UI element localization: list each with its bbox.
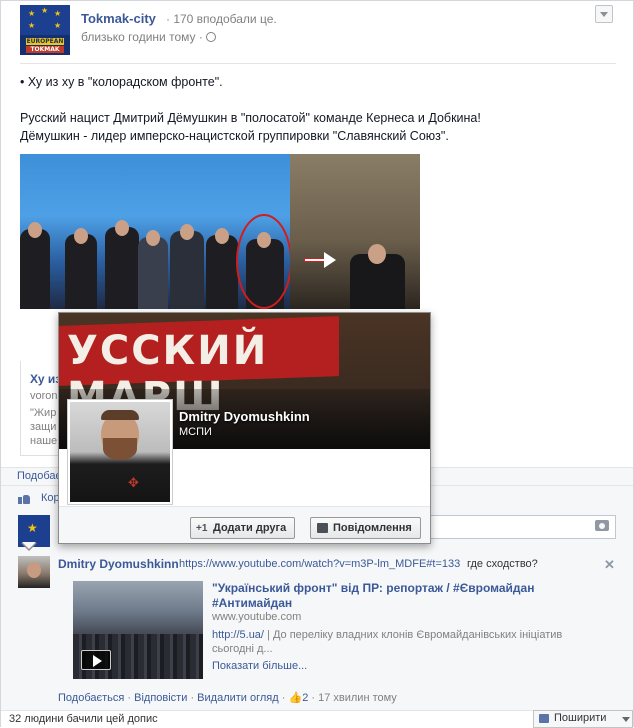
video-desc-text: | До переліку владних клонів Євромайдані… <box>212 629 563 655</box>
page-name-link[interactable]: Tokmak-city <box>81 11 156 26</box>
profile-hovercard: УССКИЙ МАРШ Dmitry Dyomushkinn МСПИ ✥ До… <box>58 312 431 544</box>
star-icon: ★ <box>28 21 36 30</box>
share-button[interactable]: Поширити <box>533 710 633 728</box>
annotation-circle <box>236 214 290 309</box>
attachment-title[interactable]: Ху из <box>30 372 61 386</box>
share-label: Поширити <box>554 712 607 724</box>
star-icon: ★ <box>54 21 62 30</box>
feed-post: ★ ★ ★ ★ ★ EUROPEAN TOKMAK Tokmak-city · … <box>0 0 634 728</box>
post-body: • Ху из ху в "колорадском фронте". Русск… <box>20 73 616 145</box>
attachment-desc-line: наше <box>30 435 58 447</box>
video-desc-link[interactable]: http://5.ua/ <box>212 629 264 641</box>
thumbs-up-icon <box>18 493 30 504</box>
post-text-line: Дёмушкин - лидер имперско-нацистской гру… <box>20 129 449 143</box>
person-head <box>115 220 129 236</box>
person-head <box>146 230 160 246</box>
comment-author-avatar[interactable] <box>18 556 50 588</box>
avatar-face <box>27 562 41 578</box>
hovercard-name-link[interactable]: Dmitry Dyomushkinn <box>179 409 310 424</box>
annotation-arrow <box>304 252 336 268</box>
video-description: http://5.ua/ | До переліку владних клоні… <box>212 628 582 656</box>
person-figure <box>138 237 168 309</box>
post-text-line: • Ху из ху в "колорадском фронте". <box>20 75 223 89</box>
remove-preview-link[interactable]: Видалити огляд <box>197 692 279 704</box>
comment-text: где сходство? <box>467 558 538 570</box>
attachment-domain: voron <box>30 390 58 402</box>
arrow-tip <box>324 252 336 268</box>
thumbs-up-icon: 👍 <box>288 692 303 704</box>
comment-time: 17 хвилин тому <box>318 692 397 704</box>
like-link[interactable]: Подобає <box>17 470 61 482</box>
add-friend-button[interactable]: Додати друга <box>190 517 296 539</box>
comment-input[interactable] <box>421 515 616 539</box>
post-photo-rally[interactable] <box>20 154 290 309</box>
add-friend-label: Додати друга <box>213 522 287 534</box>
avatar-text-bottom: TOKMAK <box>26 46 64 53</box>
video-thumbnail[interactable] <box>73 581 203 679</box>
message-label: Повідомлення <box>333 522 412 534</box>
comment-url-link[interactable]: https://www.youtube.com/watch?v=m3P-lm_M… <box>179 558 460 570</box>
person-figure <box>65 234 97 309</box>
hovercard-pointer-fill <box>22 542 36 549</box>
person-head <box>28 222 42 238</box>
attachment-desc-line: "Жир <box>30 407 57 419</box>
seen-by-count[interactable]: 32 людини бачили цей допис <box>9 713 158 725</box>
share-icon <box>539 714 549 723</box>
star-icon: ★ <box>54 9 62 18</box>
hovercard-profile-photo[interactable]: ✥ <box>67 399 173 505</box>
globe-icon <box>205 32 216 42</box>
show-more-link[interactable]: Показати більше... <box>212 660 307 672</box>
post-photo-salute[interactable] <box>290 154 420 309</box>
person-head <box>180 224 194 240</box>
likes-summary-label[interactable]: Кор <box>41 492 60 504</box>
post-time-text: близько години тому · <box>81 30 203 44</box>
comment-likes-count[interactable]: 2 <box>302 692 308 704</box>
video-domain: www.youtube.com <box>212 611 302 623</box>
profile-beard <box>103 438 137 460</box>
person-head <box>215 228 229 244</box>
comment-reply-link[interactable]: Відповісти <box>134 692 187 704</box>
comment-actions: Подобається · Відповісти · Видалити огля… <box>58 691 397 704</box>
hovercard-subtitle: МСПИ <box>179 426 212 438</box>
person-figure <box>206 235 238 309</box>
person-head <box>368 244 386 264</box>
page-likes-count: · 170 вподобали це. <box>166 12 277 26</box>
avatar-text-top: EUROPEAN <box>26 38 64 45</box>
chevron-down-icon <box>622 717 630 722</box>
video-title-link[interactable]: "Український фронт" від ПР: репортаж / #… <box>212 581 572 611</box>
comment-like-link[interactable]: Подобається <box>58 692 124 704</box>
add-friend-icon <box>196 519 208 539</box>
post-options-chevron-icon[interactable] <box>595 5 613 23</box>
emblem-icon: ✥ <box>128 475 139 490</box>
post-text-line: Русский нацист Дмитрий Дёмушкин в "полос… <box>20 111 481 125</box>
star-icon: ★ <box>41 6 49 15</box>
star-icon: ★ <box>28 9 36 18</box>
close-icon[interactable]: ✕ <box>604 557 615 573</box>
attachment-desc-line: защи <box>30 421 57 433</box>
person-figure <box>105 227 139 309</box>
comment-author-link[interactable]: Dmitry Dyomushkinn <box>58 557 179 571</box>
message-icon <box>317 523 328 533</box>
profile-photo-image: ✥ <box>70 402 170 502</box>
play-icon[interactable] <box>81 650 111 670</box>
profile-hair <box>101 410 139 420</box>
arrow-shaft <box>304 258 326 262</box>
page-avatar[interactable]: ★ ★ ★ ★ ★ EUROPEAN TOKMAK <box>20 5 70 55</box>
person-head <box>74 228 88 244</box>
header-divider <box>20 63 616 64</box>
post-timestamp[interactable]: близько години тому · <box>81 30 216 44</box>
person-figure <box>170 231 204 309</box>
camera-icon[interactable] <box>595 520 609 531</box>
message-button[interactable]: Повідомлення <box>310 517 421 539</box>
person-figure <box>20 229 50 309</box>
